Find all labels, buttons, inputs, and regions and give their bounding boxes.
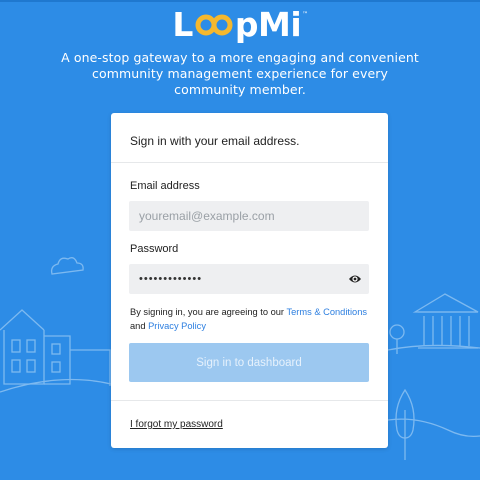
logo-loop-icon xyxy=(195,14,233,36)
privacy-link[interactable]: Privacy Policy xyxy=(148,321,206,331)
cloud-icon xyxy=(50,257,84,275)
password-field[interactable] xyxy=(129,264,369,294)
terms-text: By signing in, you are agreeing to our T… xyxy=(130,306,375,333)
signin-button[interactable]: Sign in to dashboard xyxy=(129,343,369,382)
logo-wordmark: L pMi ™ xyxy=(172,4,308,44)
email-field[interactable] xyxy=(129,201,369,231)
tree-tall-icon xyxy=(395,388,415,460)
tagline: A one-stop gateway to a more engaging an… xyxy=(61,50,419,97)
terms-link[interactable]: Terms & Conditions xyxy=(286,307,367,317)
card-divider xyxy=(111,400,388,401)
house-left-icon xyxy=(0,309,111,386)
hill-line xyxy=(0,378,112,393)
signin-header: Sign in with your email address. xyxy=(111,113,388,163)
logo-letters-rest: pMi xyxy=(234,4,302,44)
password-label: Password xyxy=(130,243,179,255)
building-right-icon xyxy=(412,293,479,349)
logo-letter-l: L xyxy=(172,4,193,44)
eye-icon[interactable] xyxy=(348,273,362,285)
hill-line-right-2 xyxy=(387,418,480,438)
terms-prefix: By signing in, you are agreeing to our xyxy=(130,307,287,317)
trademark-symbol: ™ xyxy=(302,10,308,18)
terms-and: and xyxy=(130,320,149,331)
signin-card: Sign in with your email address. Email a… xyxy=(111,113,388,448)
forgot-password-link[interactable]: I forgot my password xyxy=(130,419,223,430)
logo: L pMi ™ xyxy=(0,4,480,44)
email-label: Email address xyxy=(130,180,200,192)
